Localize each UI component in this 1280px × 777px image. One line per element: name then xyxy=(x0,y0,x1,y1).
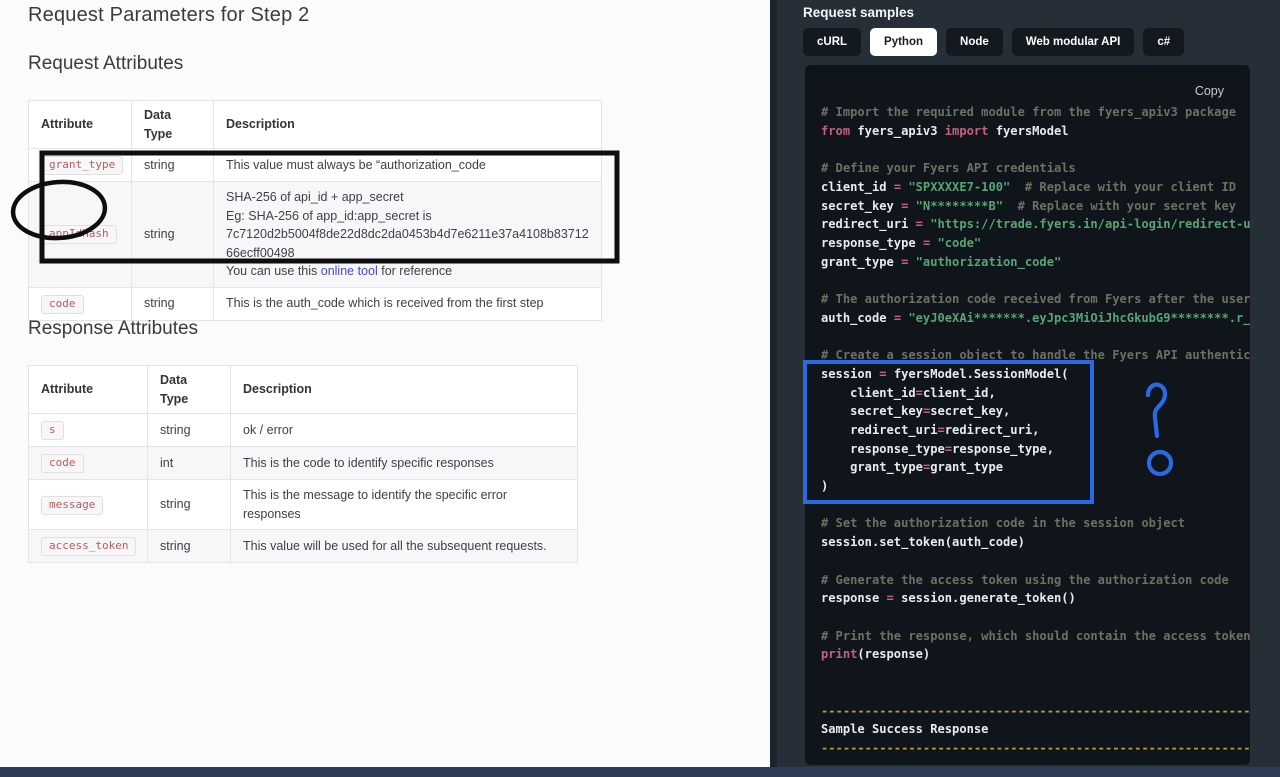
data-type-cell: string xyxy=(147,529,231,563)
code-line: redirect_uri = "https://trade.fyers.in/a… xyxy=(821,217,1250,232)
description-line: This value must always be “authorization… xyxy=(226,157,486,172)
bottom-bar xyxy=(0,767,1280,777)
code-line: client_id=client_id, xyxy=(821,385,996,400)
attribute-badge: s xyxy=(41,421,64,440)
code-line: response = session.generate_token() xyxy=(821,591,1076,606)
table-row: code string This is the auth_code which is… xyxy=(28,286,602,321)
code-block: Copy # Import the required module from t… xyxy=(805,65,1250,765)
data-type-cell: string xyxy=(147,479,231,530)
tab-web-modular-api[interactable]: Web modular API xyxy=(1011,28,1135,56)
code-line: grant_type=grant_type xyxy=(821,460,1004,475)
tab-node[interactable]: Node xyxy=(946,28,1003,56)
description-line: This is the auth_code which is received … xyxy=(226,296,544,311)
docs-content-page: Request Parameters for Step 2 Request At… xyxy=(0,0,770,767)
column-header: Attribute xyxy=(28,100,132,149)
code-line: Sample Success Response xyxy=(821,722,989,737)
code-line: client_id = "SPXXXXE7-100" # Replace wit… xyxy=(821,179,1237,194)
code-line: # Import the required module from the fy… xyxy=(821,105,1237,119)
description-line: You can use this online tool for referen… xyxy=(226,264,453,278)
table-row: access_token string This value will be use… xyxy=(28,529,578,563)
code-line: ----------------------------------------… xyxy=(821,740,1250,755)
column-header: Data Type xyxy=(131,100,214,149)
code-line: redirect_uri=redirect_uri, xyxy=(821,422,1040,437)
description-line: ok / error xyxy=(243,422,294,437)
request-samples-heading: Request samples xyxy=(803,5,915,20)
description-cell: This value must always be “authorization… xyxy=(213,148,602,182)
column-header: Data Type xyxy=(147,365,231,414)
code-line: print(response) xyxy=(821,647,931,662)
attribute-badge: code xyxy=(41,454,84,473)
data-type-cell: string xyxy=(131,286,214,321)
attribute-badge: message xyxy=(41,495,104,515)
code-line: # Create a session object to handle the … xyxy=(821,348,1250,363)
description-cell: This is the message to identify the spec… xyxy=(230,479,578,530)
description-cell: This is the auth_code which is received … xyxy=(213,286,602,321)
code-line: # The authorization code received from F… xyxy=(821,292,1250,307)
code-line: secret_key = "N********B" # Replace with… xyxy=(821,198,1237,213)
code-line: # Define your Fyers API credentials xyxy=(821,161,1076,176)
language-tabs: cURL Python Node Web modular API c# xyxy=(803,28,1185,56)
description-line: This is the code to identify specific re… xyxy=(243,455,494,470)
tab-python[interactable]: Python xyxy=(870,28,938,56)
table-row: code int This is the code to identify spec… xyxy=(28,446,578,480)
tab-curl[interactable]: cURL xyxy=(803,28,862,56)
code-line: auth_code = "eyJ0eXAi*******.eyJpc3MiOiJ… xyxy=(821,310,1250,325)
attribute-badge: code xyxy=(41,294,84,314)
code-line: # Generate the access token using the au… xyxy=(821,572,1229,587)
description-line: This is the message to identify the spec… xyxy=(243,488,508,521)
code-line: ) xyxy=(821,479,829,494)
column-header: Description xyxy=(230,365,578,414)
table-row: grant_type string This value must always b… xyxy=(28,148,602,182)
data-type-cell: string xyxy=(147,413,231,447)
code-line: session.set_token(auth_code) xyxy=(821,535,1025,550)
code-line: # Print the response, which should conta… xyxy=(821,628,1250,643)
code-line: session = fyersModel.SessionModel( xyxy=(821,366,1069,381)
attribute-badge: access_token xyxy=(41,537,137,556)
description-line: This value will be used for all the subs… xyxy=(243,538,547,553)
request-attributes-heading: Request Attributes xyxy=(28,53,184,74)
page-title: Request Parameters for Step 2 xyxy=(28,4,310,26)
table-row: s string ok / error xyxy=(28,413,578,447)
description-cell: This is the code to identify specific re… xyxy=(230,446,578,480)
tab-c-[interactable]: c# xyxy=(1143,28,1185,56)
code-content: # Import the required module from the fy… xyxy=(805,65,1250,758)
code-line: response_type = "code" xyxy=(821,235,982,250)
description-line: Eg: SHA-256 of app_id:app_secret is xyxy=(226,208,432,223)
code-line: secret_key=secret_key, xyxy=(821,404,1011,419)
code-line: response_type=response_type, xyxy=(821,441,1054,456)
description-cell: ok / error xyxy=(230,413,578,447)
description-line: 66ecff00498 xyxy=(226,245,295,260)
column-header: Attribute xyxy=(28,365,148,414)
description-line: SHA-256 of api_id + app_secret xyxy=(226,190,404,204)
response-attributes-table: Attribute Data Type Description s string ok … xyxy=(28,365,578,563)
column-header: Description xyxy=(213,100,602,149)
table-row: message string This is the message to iden… xyxy=(28,479,578,530)
code-line: # Set the authorization code in the sess… xyxy=(821,516,1186,531)
request-attributes-table: Attribute Data Type Description grant_type… xyxy=(28,100,602,321)
request-samples-panel: Request samples cURL Python Node Web modula… xyxy=(770,0,1280,777)
description-line: 7c7120d2b5004f8de22d8dc2da0453b4d7e6211e… xyxy=(226,227,589,241)
attribute-badge: appIdHash xyxy=(41,225,117,245)
code-line: from fyers_apiv3 import fyersModel xyxy=(821,123,1069,138)
description-cell: SHA-256 of api_id + app_secret Eg: SHA-25… xyxy=(213,181,602,288)
attribute-badge: grant_type xyxy=(41,156,124,175)
data-type-cell: string xyxy=(131,181,214,288)
online-tool-link[interactable]: online tool xyxy=(321,264,378,278)
response-attributes-heading: Response Attributes xyxy=(28,318,199,339)
copy-button[interactable]: Copy xyxy=(1195,84,1224,98)
code-line: grant_type = "authorization_code" xyxy=(821,254,1062,269)
description-cell: This value will be used for all the subs… xyxy=(230,529,578,563)
data-type-cell: string xyxy=(131,148,214,182)
table-row: appIdHash string SHA-256 of api_id + app_s… xyxy=(28,181,602,288)
code-line: ----------------------------------------… xyxy=(821,703,1250,718)
data-type-cell: int xyxy=(147,446,231,480)
